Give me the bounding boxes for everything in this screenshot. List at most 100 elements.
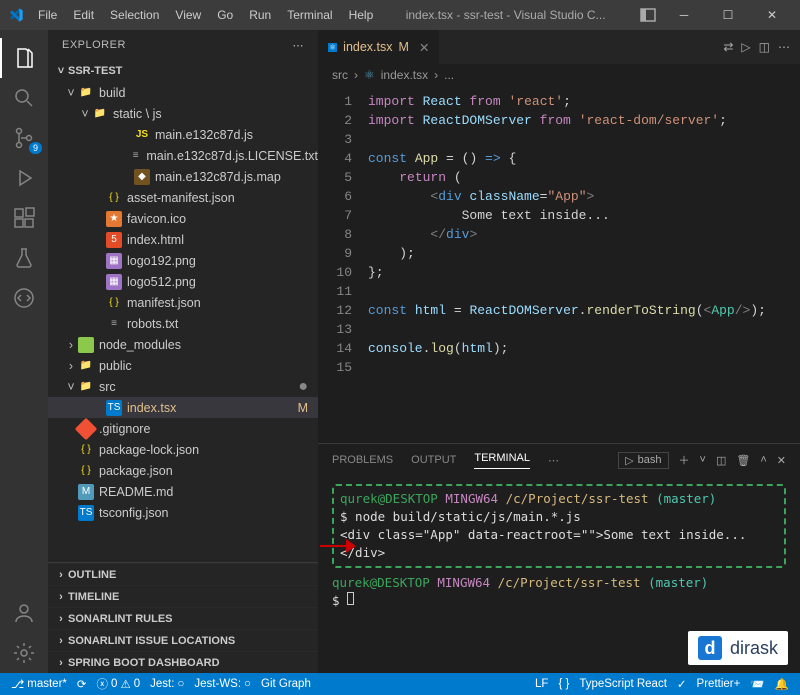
split-editor-icon[interactable]: ◫	[759, 40, 770, 54]
menu-terminal[interactable]: Terminal	[281, 4, 338, 26]
activity-scm-icon[interactable]: 9	[0, 118, 48, 158]
tree-item-index-tsx[interactable]: TSindex.tsxM	[48, 397, 318, 418]
menu-help[interactable]: Help	[343, 4, 380, 26]
chevron-right-icon: ›	[354, 68, 358, 82]
tree-item-logo512-png[interactable]: ▦logo512.png	[48, 271, 318, 292]
titlebar: File Edit Selection View Go Run Terminal…	[0, 0, 800, 30]
activity-debug-icon[interactable]	[0, 158, 48, 198]
tree-item-main-e132c87d-js-map[interactable]: ◆main.e132c87d.js.map	[48, 166, 318, 187]
tree-label: node_modules	[99, 338, 181, 352]
crumb-src[interactable]: src	[332, 68, 348, 82]
git-icon	[75, 417, 98, 440]
close-window-button[interactable]: ✕	[752, 8, 792, 22]
status-errors[interactable]: ⓧ0 ⚠0	[92, 676, 146, 692]
tree-item-main-e132c87d-js-license-txt[interactable]: ≡main.e132c87d.js.LICENSE.txt	[48, 145, 318, 166]
line-numbers: 123456789101112131415	[318, 86, 368, 443]
new-terminal-icon[interactable]: ＋	[679, 452, 690, 468]
status-check-icon[interactable]: ✓	[672, 677, 692, 691]
kill-terminal-icon[interactable]: 🗑	[736, 454, 750, 467]
maximize-panel-icon[interactable]: ˄	[760, 454, 766, 466]
status-bell-icon[interactable]: 🔔	[770, 677, 794, 691]
panel-more-icon[interactable]: ⋯	[548, 454, 559, 467]
breadcrumb[interactable]: src › ⚛ index.tsx › ...	[318, 64, 800, 86]
split-terminal-icon[interactable]: ◫	[716, 454, 726, 467]
json-icon: { }	[106, 295, 122, 311]
menu-run[interactable]: Run	[243, 4, 277, 26]
workspace-section[interactable]: ˅ SSR-TEST	[48, 60, 318, 82]
section-spring-boot-dashboard[interactable]: ›SPRING BOOT DASHBOARD	[48, 651, 318, 673]
status-jest[interactable]: Jest: ○	[145, 678, 189, 690]
tree-item-package-lock-json[interactable]: { }package-lock.json	[48, 439, 318, 460]
section-outline[interactable]: ›OUTLINE	[48, 563, 318, 585]
tree-item-node-modules[interactable]: ›node_modules	[48, 334, 318, 355]
tree-item-readme-md[interactable]: MREADME.md	[48, 481, 318, 502]
code-area[interactable]: 123456789101112131415 import React from …	[318, 86, 800, 443]
activity-remote-icon[interactable]	[0, 278, 48, 318]
tree-label: src	[99, 380, 116, 394]
activity-search-icon[interactable]	[0, 78, 48, 118]
tree-item-index-html[interactable]: 5index.html	[48, 229, 318, 250]
terminal-shell-dropdown[interactable]: ▷bash	[618, 452, 668, 469]
menu-go[interactable]: Go	[211, 4, 239, 26]
activity-extensions-icon[interactable]	[0, 198, 48, 238]
run-icon[interactable]: ▷	[741, 40, 750, 54]
activity-explorer-icon[interactable]	[0, 38, 48, 78]
status-jest-ws[interactable]: Jest-WS: ○	[189, 678, 256, 690]
section-sonarlint-issue-locations[interactable]: ›SONARLINT ISSUE LOCATIONS	[48, 629, 318, 651]
tree-label: build	[99, 86, 125, 100]
status-language[interactable]: TypeScript React	[574, 678, 672, 690]
status-branch[interactable]: ⎇master*	[6, 677, 72, 691]
editor-more-icon[interactable]: ⋯	[778, 40, 790, 54]
minimize-button[interactable]: ─	[664, 8, 704, 22]
status-prettier[interactable]: Prettier+	[692, 678, 746, 690]
tree-label: README.md	[99, 485, 173, 499]
tree-item-package-json[interactable]: { }package.json	[48, 460, 318, 481]
activity-test-icon[interactable]	[0, 238, 48, 278]
tree-item-favicon-ico[interactable]: ★favicon.ico	[48, 208, 318, 229]
tree-item-static---js[interactable]: ˅📁static \ js	[48, 103, 318, 124]
tree-item-robots-txt[interactable]: ≡robots.txt	[48, 313, 318, 334]
chevron-down-icon[interactable]: ˅	[700, 454, 706, 466]
status-gitgraph[interactable]: Git Graph	[256, 678, 316, 690]
layout-toggle-icon[interactable]	[640, 7, 656, 23]
code-content[interactable]: import React from 'react'; import ReactD…	[368, 86, 800, 443]
tree-item-main-e132c87d-js[interactable]: JSmain.e132c87d.js	[48, 124, 318, 145]
close-panel-icon[interactable]: ✕	[777, 454, 786, 467]
terminal-highlight: qurek@DESKTOP MINGW64 /c/Project/ssr-tes…	[332, 484, 786, 568]
menu-file[interactable]: File	[32, 4, 63, 26]
section-timeline[interactable]: ›TIMELINE	[48, 585, 318, 607]
tree-item-src[interactable]: ˅📁src●	[48, 376, 318, 397]
minimap[interactable]	[790, 86, 800, 443]
menu-view[interactable]: View	[169, 4, 207, 26]
maximize-button[interactable]: ☐	[708, 8, 748, 22]
tab-index-tsx[interactable]: ⚛ index.tsx M ✕	[318, 30, 439, 64]
tree-item--gitignore[interactable]: .gitignore	[48, 418, 318, 439]
menu-edit[interactable]: Edit	[67, 4, 100, 26]
menu-selection[interactable]: Selection	[104, 4, 165, 26]
crumb-file[interactable]: index.tsx	[381, 68, 428, 82]
status-brackets-icon[interactable]: { }	[553, 678, 574, 690]
tab-terminal[interactable]: TERMINAL	[474, 452, 530, 469]
tree-item-tsconfig-json[interactable]: TStsconfig.json	[48, 502, 318, 523]
term-host: MINGW64	[445, 491, 498, 506]
tree-item-asset-manifest-json[interactable]: { }asset-manifest.json	[48, 187, 318, 208]
tab-output[interactable]: OUTPUT	[411, 454, 456, 466]
tab-problems[interactable]: PROBLEMS	[332, 454, 393, 466]
close-tab-icon[interactable]: ✕	[419, 40, 429, 55]
status-lf[interactable]: LF	[530, 678, 553, 690]
sidebar-more-icon[interactable]: ⋯	[293, 39, 305, 52]
tree-item-logo192-png[interactable]: ▦logo192.png	[48, 250, 318, 271]
section-label: SPRING BOOT DASHBOARD	[68, 657, 220, 669]
tree-item-public[interactable]: ›📁public	[48, 355, 318, 376]
tree-item-build[interactable]: ˅📁build	[48, 82, 318, 103]
json-icon: { }	[78, 442, 94, 458]
status-feedback-icon[interactable]: 📨	[745, 677, 769, 691]
activity-account-icon[interactable]	[0, 593, 48, 633]
activity-settings-icon[interactable]	[0, 633, 48, 673]
compare-icon[interactable]: ⇄	[723, 40, 733, 54]
tree-item-manifest-json[interactable]: { }manifest.json	[48, 292, 318, 313]
section-sonarlint-rules[interactable]: ›SONARLINT RULES	[48, 607, 318, 629]
crumb-more[interactable]: ...	[444, 68, 454, 82]
status-sync[interactable]: ⟳	[72, 677, 92, 691]
chevron-right-icon: ›	[54, 635, 68, 647]
